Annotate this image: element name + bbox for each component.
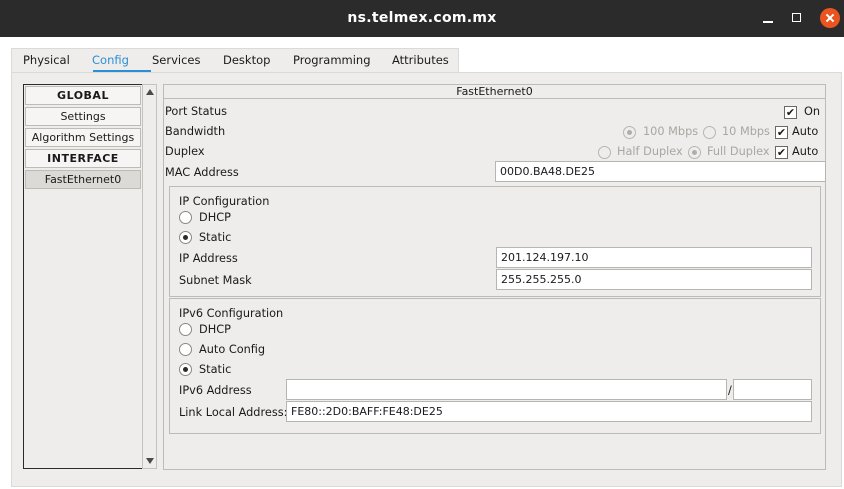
sidebar-list: GLOBAL Settings Algorithm Settings INTER… — [23, 84, 153, 469]
sidebar-header-interface: INTERFACE — [25, 149, 141, 168]
tab-programming[interactable]: Programming — [293, 53, 371, 67]
tab-desktop[interactable]: Desktop — [223, 53, 270, 67]
ipv6-prefix-field[interactable] — [733, 379, 812, 400]
tab-config[interactable]: Config — [92, 53, 129, 67]
minimize-icon[interactable] — [758, 8, 778, 28]
ipv6-configuration-group: IPv6 Configuration DHCP Auto Config Stat… — [169, 298, 821, 434]
scroll-down-arrow-icon[interactable] — [146, 458, 154, 464]
ipv6-dhcp-label: DHCP — [199, 323, 231, 336]
ipv6-auto-config-radio[interactable] — [179, 343, 192, 356]
ip-configuration-title: IP Configuration — [179, 195, 270, 208]
bandwidth-auto-label: Auto — [792, 125, 819, 138]
ipv6-auto-config-label: Auto Config — [199, 343, 266, 356]
bandwidth-auto-checkbox[interactable]: ✔ — [775, 126, 788, 139]
subnet-mask-field[interactable] — [496, 269, 812, 290]
tab-services[interactable]: Services — [152, 53, 201, 67]
sidebar-item-fastethernet0[interactable]: FastEthernet0 — [25, 170, 141, 189]
sidebar-header-global: GLOBAL — [25, 86, 141, 105]
bandwidth-100-label: 100 Mbps — [643, 125, 699, 138]
ipv6-prefix-separator: / — [728, 384, 732, 397]
half-duplex-radio[interactable] — [598, 146, 611, 159]
subnet-mask-label: Subnet Mask — [179, 274, 252, 287]
tab-attributes[interactable]: Attributes — [392, 53, 449, 67]
duplex-label: Duplex — [165, 145, 205, 158]
duplex-auto-checkbox[interactable]: ✔ — [775, 146, 788, 159]
tab-physical[interactable]: Physical — [23, 53, 70, 67]
bandwidth-label: Bandwidth — [165, 125, 226, 138]
ipv6-address-field[interactable] — [286, 379, 727, 400]
ipv6-dhcp-radio[interactable] — [179, 323, 192, 336]
port-status-on-label: On — [804, 105, 821, 118]
link-local-address-label: Link Local Address: — [179, 406, 288, 419]
full-duplex-radio[interactable] — [688, 146, 701, 159]
ipv4-static-label: Static — [199, 231, 232, 244]
port-status-on-checkbox[interactable]: ✔ — [784, 106, 797, 119]
sidebar-item-settings[interactable]: Settings — [25, 107, 141, 126]
duplex-auto-label: Auto — [792, 145, 819, 158]
ipv6-address-label: IPv6 Address — [179, 384, 252, 397]
full-duplex-label: Full Duplex — [707, 145, 770, 158]
ip-configuration-group: IP Configuration DHCP Static IP Address … — [169, 186, 821, 297]
mac-address-field[interactable] — [495, 161, 826, 182]
ipv6-static-label: Static — [199, 363, 232, 376]
ipv6-configuration-title: IPv6 Configuration — [179, 307, 284, 320]
window-titlebar: ns.telmex.com.mx — [0, 0, 844, 37]
mac-address-label: MAC Address — [165, 166, 239, 179]
config-content: GLOBAL Settings Algorithm Settings INTER… — [11, 72, 842, 487]
window-title: ns.telmex.com.mx — [347, 10, 497, 26]
ipv6-static-radio[interactable] — [179, 363, 192, 376]
window-body: Physical Config Services Desktop Program… — [0, 37, 844, 489]
ipv4-static-radio[interactable] — [179, 231, 192, 244]
link-local-address-field[interactable] — [286, 401, 812, 422]
ip-address-field[interactable] — [496, 247, 812, 268]
bandwidth-10-radio[interactable] — [703, 126, 716, 139]
close-icon[interactable] — [820, 8, 840, 28]
bandwidth-10-label: 10 Mbps — [722, 125, 770, 138]
half-duplex-label: Half Duplex — [617, 145, 683, 158]
tab-bar: Physical Config Services Desktop Program… — [11, 48, 459, 73]
interface-panel-title: FastEthernet0 — [164, 85, 825, 99]
maximize-icon[interactable] — [787, 8, 807, 28]
interface-panel: FastEthernet0 Port Status ✔ On Bandwidth… — [163, 84, 826, 470]
port-status-label: Port Status — [165, 105, 227, 118]
scroll-up-arrow-icon[interactable] — [146, 89, 154, 95]
ipv4-dhcp-radio[interactable] — [179, 211, 192, 224]
sidebar-item-algorithm-settings[interactable]: Algorithm Settings — [25, 128, 141, 147]
bandwidth-100-radio[interactable] — [623, 126, 636, 139]
sidebar-scrollbar[interactable] — [142, 84, 157, 469]
ipv4-dhcp-label: DHCP — [199, 211, 231, 224]
ip-address-label: IP Address — [179, 252, 238, 265]
